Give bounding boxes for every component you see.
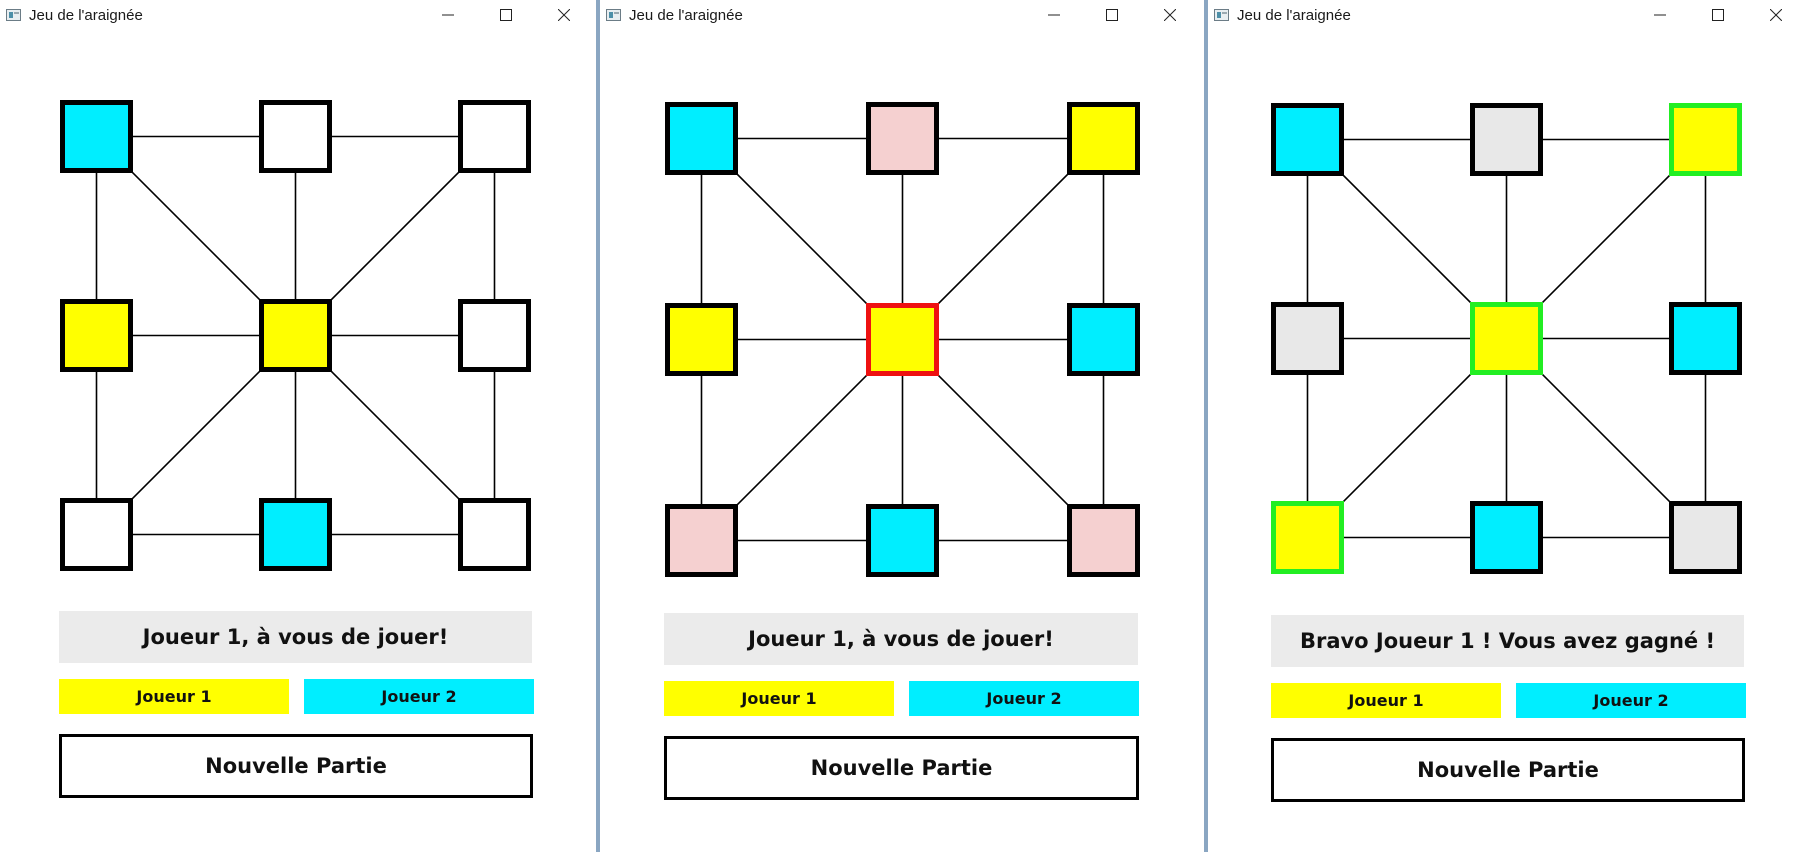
board-cell-bottom-left[interactable] <box>60 498 133 571</box>
game-window-2: Jeu de l'araignée Joueur 1, à vous de jo… <box>600 0 1204 852</box>
board-cell-middle-right[interactable] <box>1067 303 1140 376</box>
board-cell-bottom-left[interactable] <box>665 504 738 577</box>
status-message: Joueur 1, à vous de jouer! <box>664 613 1138 665</box>
board-cell-top-left[interactable] <box>665 102 738 175</box>
board-cell-middle-left[interactable] <box>60 299 133 372</box>
game-window-1: Jeu de l'araignée Joueur 1, à vous de jo… <box>0 0 596 852</box>
board-cell-top-left[interactable] <box>60 100 133 173</box>
player1-button[interactable]: Joueur 1 <box>1271 683 1501 718</box>
board-cell-top-left[interactable] <box>1271 103 1344 176</box>
status-message: Bravo Joueur 1 ! Vous avez gagné ! <box>1271 615 1744 667</box>
board-cell-top-center[interactable] <box>259 100 332 173</box>
board-cell-bottom-right[interactable] <box>1669 501 1742 574</box>
player2-button[interactable]: Joueur 2 <box>304 679 534 714</box>
player1-button[interactable]: Joueur 1 <box>59 679 289 714</box>
new-game-button[interactable]: Nouvelle Partie <box>664 736 1139 800</box>
board-cell-bottom-right[interactable] <box>1067 504 1140 577</box>
board-cell-bottom-right[interactable] <box>458 498 531 571</box>
board-cell-top-center[interactable] <box>1470 103 1543 176</box>
board-cell-top-center[interactable] <box>866 102 939 175</box>
board-cell-top-right[interactable] <box>458 100 531 173</box>
board-cell-center[interactable] <box>259 299 332 372</box>
player2-button[interactable]: Joueur 2 <box>1516 683 1746 718</box>
board-cell-bottom-center[interactable] <box>259 498 332 571</box>
board-cell-middle-left[interactable] <box>1271 302 1344 375</box>
game-window-3: Jeu de l'araignée Bravo Joueur 1 ! Vous … <box>1208 0 1808 852</box>
board-cell-top-right[interactable] <box>1669 103 1742 176</box>
new-game-button[interactable]: Nouvelle Partie <box>59 734 533 798</box>
board-cell-center[interactable] <box>866 303 939 376</box>
board-cell-center[interactable] <box>1470 302 1543 375</box>
board-cell-bottom-center[interactable] <box>1470 501 1543 574</box>
player1-button[interactable]: Joueur 1 <box>664 681 894 716</box>
board-cell-middle-right[interactable] <box>1669 302 1742 375</box>
new-game-button[interactable]: Nouvelle Partie <box>1271 738 1745 802</box>
player2-button[interactable]: Joueur 2 <box>909 681 1139 716</box>
board-cell-top-right[interactable] <box>1067 102 1140 175</box>
board-cell-bottom-center[interactable] <box>866 504 939 577</box>
board-cell-middle-left[interactable] <box>665 303 738 376</box>
status-message: Joueur 1, à vous de jouer! <box>59 611 532 663</box>
board-cell-middle-right[interactable] <box>458 299 531 372</box>
board-cell-bottom-left[interactable] <box>1271 501 1344 574</box>
